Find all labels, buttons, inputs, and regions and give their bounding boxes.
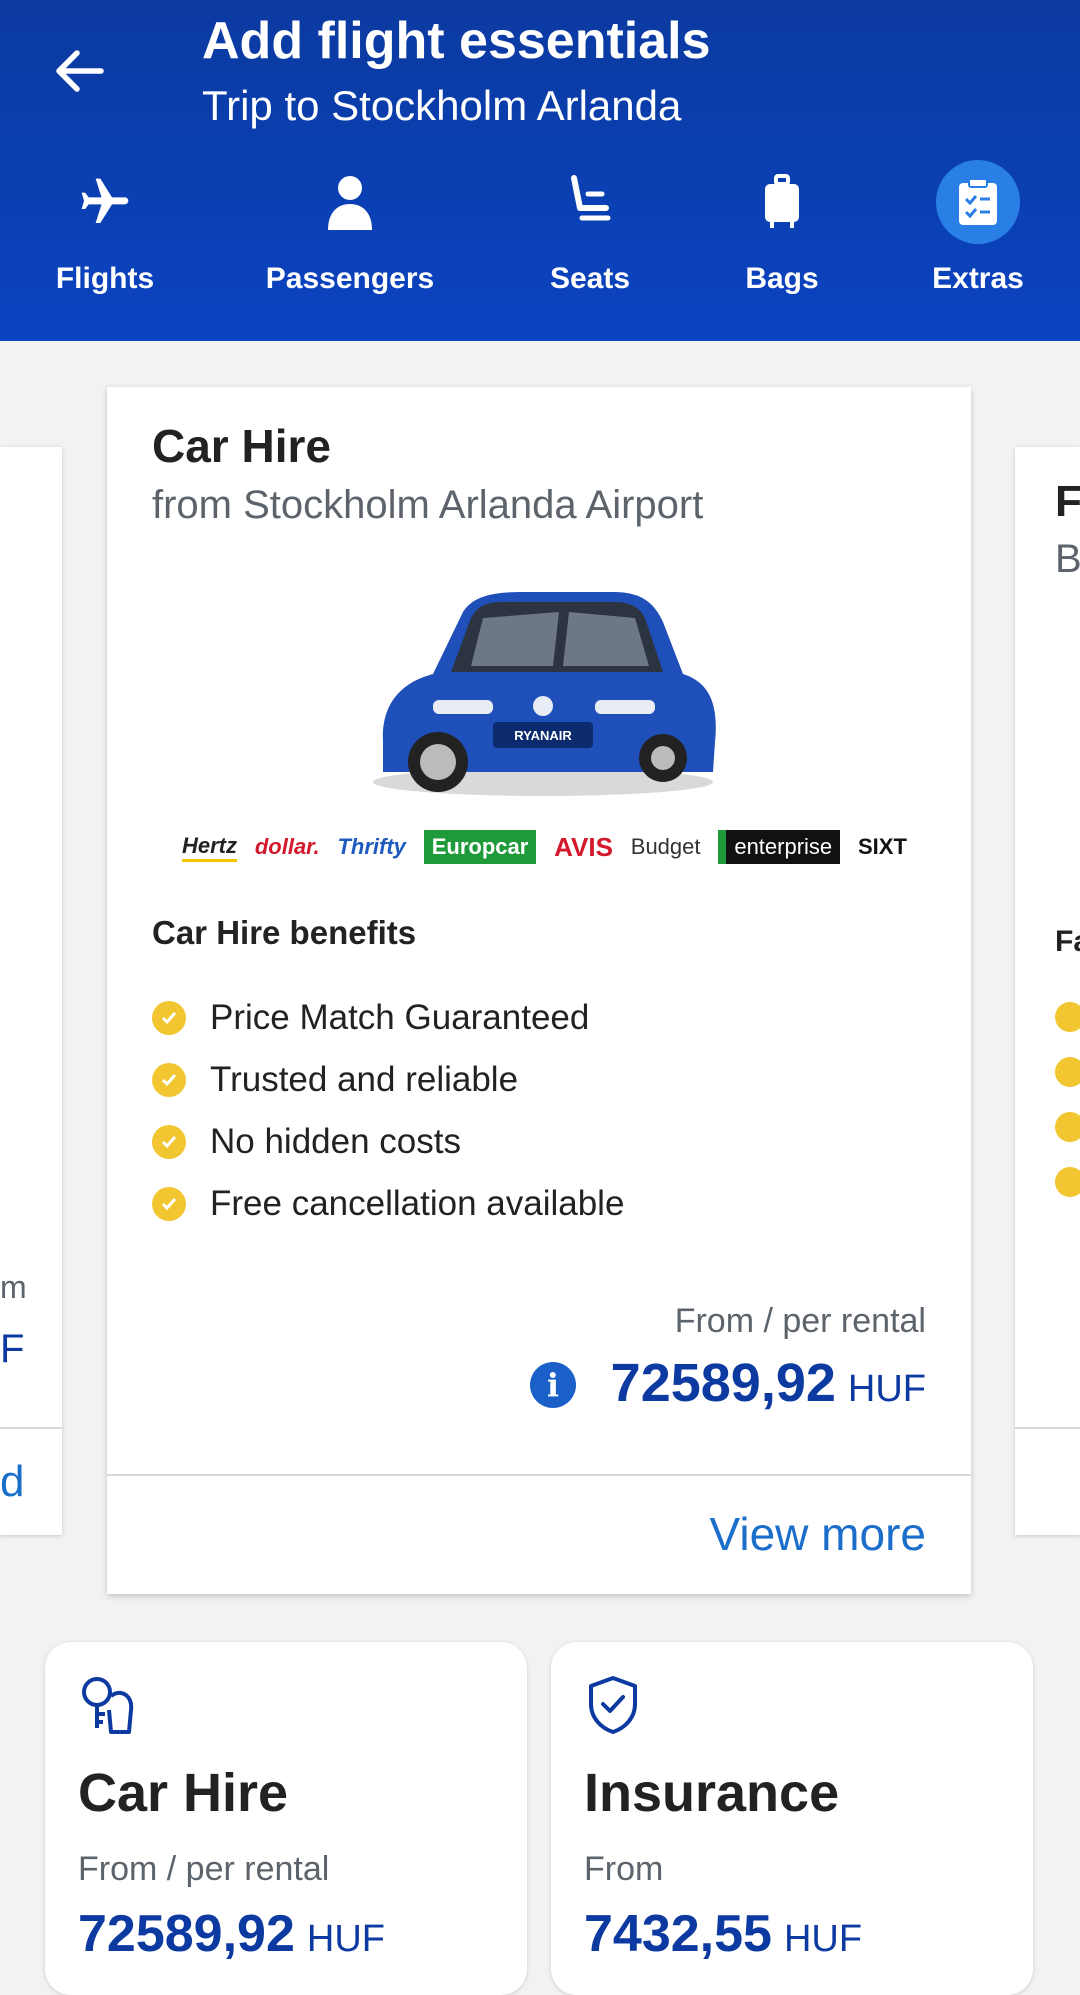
header-bar: Add flight essentials Trip to Stockholm … <box>0 0 1080 341</box>
list-item: No hidden costs <box>152 1111 624 1173</box>
benefit-text: Price Match Guaranteed <box>210 998 590 1037</box>
view-more-button[interactable]: View more <box>710 1507 926 1561</box>
price-label: From / per rental <box>674 1302 926 1340</box>
back-arrow-icon <box>56 50 104 92</box>
card-subtitle: from Stockholm Arlanda Airport <box>152 483 704 527</box>
keys-icon <box>82 1677 134 1734</box>
benefit-text: Trusted and reliable <box>210 1060 519 1099</box>
brand-logo: Europcar <box>423 830 537 864</box>
check-icon <box>152 1125 186 1159</box>
clipboard-icon <box>936 160 1020 244</box>
car-plate: RYANAIR <box>514 728 572 743</box>
tab-flights[interactable]: Flights <box>5 150 205 310</box>
card-fragment-text: m <box>0 1269 27 1305</box>
tile-price-value: 7432,55 <box>584 1905 772 1963</box>
tab-seats[interactable]: Seats <box>490 150 690 310</box>
check-icon <box>1055 1167 1080 1197</box>
brand-logo: dollar. <box>254 834 320 859</box>
tab-label: Bags <box>745 262 819 295</box>
tile-price-currency: HUF <box>783 1918 863 1960</box>
price-value: 72589,92 <box>610 1353 836 1413</box>
tab-label: Passengers <box>265 262 435 295</box>
info-icon[interactable]: i <box>530 1362 576 1408</box>
tab-bags[interactable]: Bags <box>682 150 882 310</box>
divider <box>0 1427 62 1429</box>
tile-price: 7432,55 HUF <box>584 1904 862 1964</box>
plane-icon <box>63 160 147 244</box>
tab-label: Flights <box>55 262 155 295</box>
divider <box>107 1474 971 1476</box>
card-fragment-title: F <box>1055 477 1080 526</box>
car-hire-card[interactable]: Car Hire from Stockholm Arlanda Airport … <box>107 387 971 1594</box>
tab-label: Extras <box>932 262 1024 295</box>
check-icon <box>152 1187 186 1221</box>
check-icon <box>152 1001 186 1035</box>
brand-logo: Budget <box>630 834 701 859</box>
benefits-list: Price Match Guaranteed Trusted and relia… <box>152 987 624 1235</box>
tile-price-label: From <box>584 1850 664 1888</box>
tab-extras[interactable]: Extras <box>878 150 1078 310</box>
tile-price-currency: HUF <box>306 1918 385 1960</box>
list-item: Free cancellation available <box>152 1173 624 1235</box>
tile-title: Car Hire <box>78 1763 289 1823</box>
check-icon <box>1055 1002 1080 1032</box>
price: 72589,92 HUF <box>611 1352 926 1414</box>
benefits-heading: Car Hire benefits <box>152 914 417 951</box>
list-item: Price Match Guaranteed <box>152 987 624 1049</box>
bag-icon <box>740 160 824 244</box>
card-fragment-action[interactable]: d <box>0 1457 24 1507</box>
tab-passengers[interactable]: Passengers <box>250 150 450 310</box>
carousel-card-right[interactable]: F B Fa <box>1015 447 1080 1535</box>
tile-title: Insurance <box>584 1763 840 1823</box>
price-currency: HUF <box>847 1368 926 1410</box>
brand-logo: AVIS <box>554 831 613 862</box>
back-button[interactable] <box>44 36 114 106</box>
seat-icon <box>548 160 632 244</box>
step-tabs: Flights Passengers Seats Bags Extras <box>0 150 1080 310</box>
car-hire-tile[interactable]: Car Hire From / per rental 72589,92 HUF <box>45 1642 527 1995</box>
brand-logo: Hertz <box>182 833 238 862</box>
car-image: RYANAIR <box>373 592 716 796</box>
insurance-tile[interactable]: Insurance From 7432,55 HUF <box>551 1642 1033 1995</box>
card-fragment-benefits: Fa <box>1055 925 1080 958</box>
benefit-text: Free cancellation available <box>210 1184 625 1223</box>
person-icon <box>308 160 392 244</box>
card-fragment-subtitle: B <box>1055 537 1080 581</box>
tile-price: 72589,92 HUF <box>78 1904 385 1964</box>
page-title: Add flight essentials <box>202 12 711 70</box>
card-title: Car Hire <box>152 420 331 472</box>
card-fragment-currency: F <box>0 1327 25 1371</box>
brand-logo: Thrifty <box>337 834 406 859</box>
tile-price-label: From / per rental <box>78 1850 330 1888</box>
check-icon <box>152 1063 186 1097</box>
benefit-text: No hidden costs <box>210 1122 461 1161</box>
divider <box>1015 1427 1080 1429</box>
rental-brands: Hertz dollar. Thrifty Europcar AVIS Budg… <box>182 827 907 867</box>
brand-logo: enterprise <box>718 830 841 864</box>
list-item: Trusted and reliable <box>152 1049 624 1111</box>
carousel-card-left[interactable]: m F d <box>0 447 62 1535</box>
check-icon <box>1055 1112 1080 1142</box>
brand-logo: SIXT <box>858 834 907 859</box>
tile-price-value: 72589,92 <box>78 1905 295 1963</box>
check-icon <box>1055 1057 1080 1087</box>
tab-label: Seats <box>549 262 631 295</box>
page-subtitle: Trip to Stockholm Arlanda <box>202 82 682 129</box>
shield-check-icon <box>589 1676 637 1734</box>
